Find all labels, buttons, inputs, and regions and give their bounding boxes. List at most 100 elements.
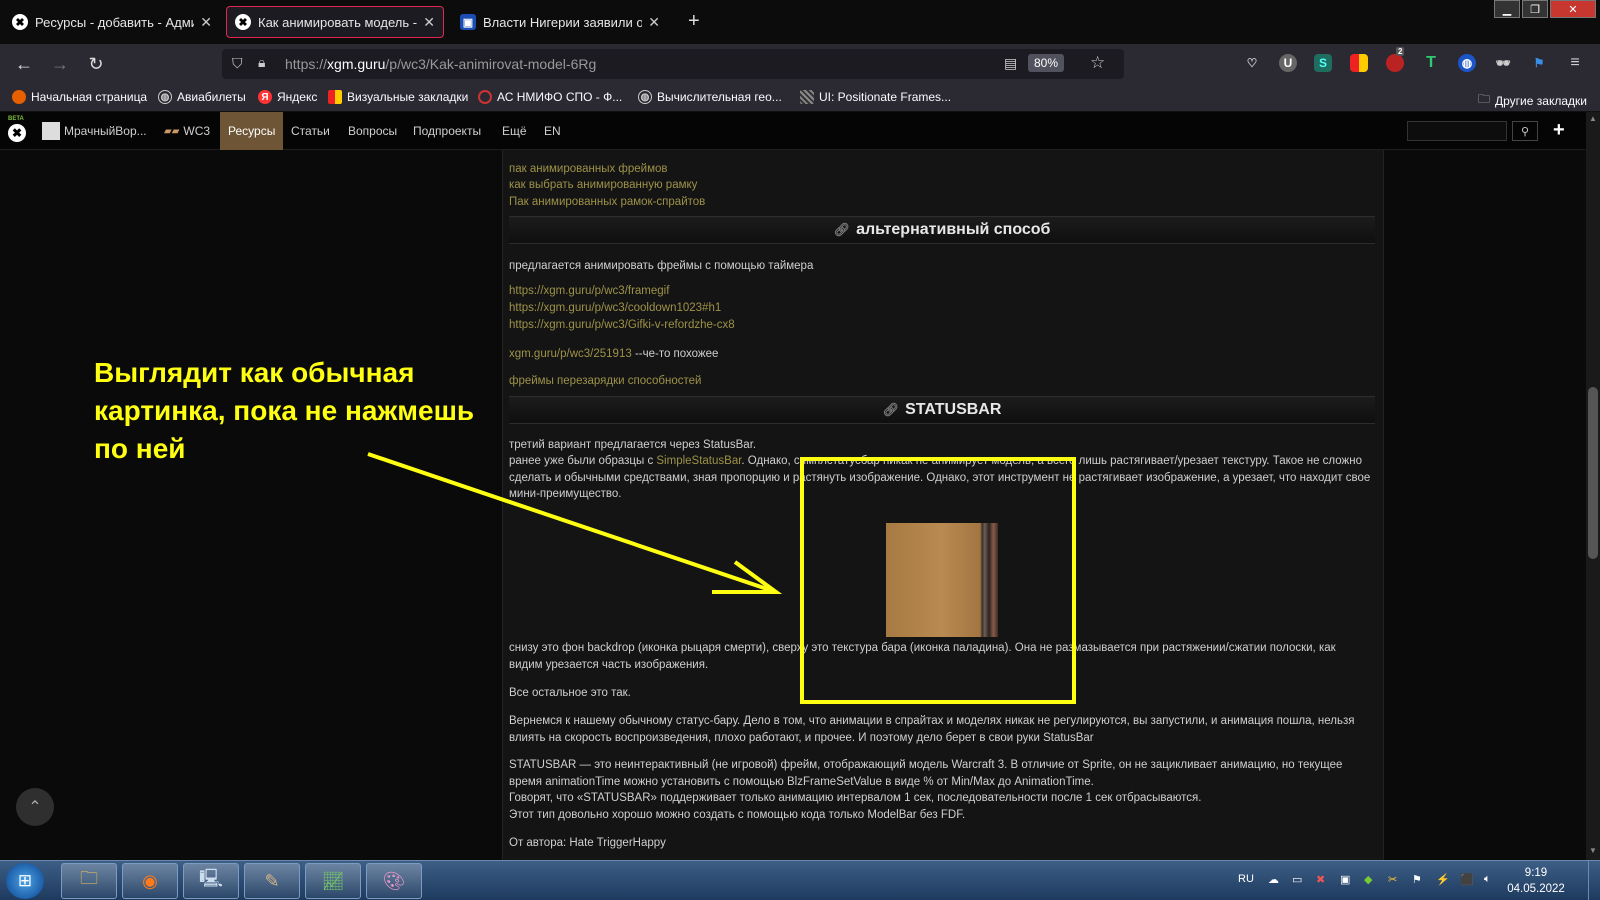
ublock-icon[interactable]: U <box>1279 54 1297 72</box>
reader-view-icon[interactable]: ▤ <box>1004 55 1017 72</box>
bookmark-label: Визуальные закладки <box>347 90 469 104</box>
adguard-icon[interactable]: 2 <box>1386 47 1405 72</box>
site-icon <box>800 90 814 104</box>
visual-bookmarks-icon[interactable] <box>1350 54 1368 72</box>
page-body: пак анимированных фреймов как выбрать ан… <box>0 150 1586 860</box>
bookmark-home[interactable]: Начальная страница <box>12 90 147 104</box>
flag-tray-icon[interactable]: ⚑ <box>1412 873 1422 886</box>
clock-time: 9:19 <box>1524 867 1548 879</box>
pocket-icon[interactable]: ♡ <box>1243 54 1261 72</box>
beta-label: BETA <box>8 116 24 122</box>
annotation-arrow <box>367 452 783 594</box>
chart-app-taskbar-icon[interactable]: 📈︎ <box>305 863 361 899</box>
close-icon[interactable]: ✕ <box>423 14 435 31</box>
network-error-tray-icon[interactable]: ✖ <box>1316 873 1325 886</box>
display-tray-icon[interactable]: ▭ <box>1292 873 1302 886</box>
spy-icon[interactable]: 🕶︎ <box>1494 54 1512 72</box>
xgm-icon: ✖ <box>12 14 28 30</box>
wc3-logo-icon: ▰▰ <box>164 125 180 137</box>
tab-strip: ✖ Ресурсы - добавить - Админи ✕ ✖ Как ан… <box>0 0 1600 44</box>
window-close-button[interactable]: ✕ <box>1550 0 1596 18</box>
scrollbar-thumb[interactable] <box>1588 387 1598 559</box>
site-search-input[interactable] <box>1407 121 1507 141</box>
wc3-link[interactable]: ▰▰ WC3 <box>156 112 218 150</box>
bookmark-geometry[interactable]: ◍ Вычислительная гео... <box>638 90 782 104</box>
new-tab-button[interactable]: + <box>688 10 700 33</box>
avatar <box>42 122 60 140</box>
bookmark-visual[interactable]: Визуальные закладки <box>328 90 468 104</box>
bookmark-label: Яндекс <box>277 90 318 104</box>
search-icon[interactable]: ⚲ <box>1512 121 1538 141</box>
clock-date: 04.05.2022 <box>1507 883 1565 895</box>
bookmark-label: Начальная страница <box>31 90 148 104</box>
xgm-logo-icon: ✖ <box>8 124 26 142</box>
language-indicator[interactable]: RU <box>1238 873 1254 885</box>
user-menu[interactable]: МрачныйВор... <box>34 112 155 150</box>
shield-icon[interactable]: ⛉ <box>232 55 243 72</box>
update-tray-icon[interactable]: ⬛ <box>1460 873 1474 886</box>
show-desktop-button[interactable] <box>1588 861 1600 900</box>
flag-icon[interactable]: ⚑ <box>1530 54 1548 72</box>
volume-tray-icon[interactable]: 🔈︎ <box>1484 873 1491 886</box>
tab-resources[interactable]: ✖ Ресурсы - добавить - Админи ✕ <box>4 6 220 38</box>
bookmark-label: Вычислительная гео... <box>657 90 782 104</box>
monitor-tray-icon[interactable]: ▣ <box>1340 873 1350 886</box>
url-bar[interactable]: ⛉ 🔒︎ https://xgm.guru/p/wc3/Kak-animirov… <box>222 49 1124 79</box>
s-extension-icon[interactable]: S <box>1314 54 1332 72</box>
forward-button[interactable]: → <box>48 52 72 76</box>
other-bookmarks[interactable]: 🗀︎ Другие закладки <box>1478 90 1587 111</box>
tab-title: Ресурсы - добавить - Админи <box>35 14 194 30</box>
computer-taskbar-icon[interactable]: 🖳︎ <box>183 863 239 899</box>
network-tray-icon[interactable]: ⚡ <box>1436 873 1450 886</box>
lock-icon[interactable]: 🔒︎ <box>258 54 265 71</box>
tab-title: Власти Нигерии заявили о пл <box>483 14 643 30</box>
scroll-down-arrow-icon[interactable]: ▼ <box>1589 846 1597 855</box>
user-name: МрачныйВор... <box>64 124 147 138</box>
nav-more[interactable]: Ещё <box>494 112 535 150</box>
bookmark-label: Авиабилеты <box>177 90 246 104</box>
page-scrollbar[interactable]: ▲ ▼ <box>1586 112 1600 860</box>
scroll-to-top-button[interactable]: ⌃ <box>16 788 54 826</box>
maximize-button[interactable]: ❐ <box>1522 0 1548 18</box>
reload-button[interactable]: ↻ <box>84 52 108 76</box>
globe-extension-icon[interactable]: ◍ <box>1458 54 1476 72</box>
scroll-up-arrow-icon[interactable]: ▲ <box>1589 114 1597 123</box>
start-button[interactable]: ⊞ <box>6 863 44 899</box>
tab-animate-model[interactable]: ✖ Как анимировать модель - Ста ✕ <box>226 6 444 38</box>
nvidia-tray-icon[interactable]: ◆ <box>1364 873 1372 886</box>
site-icon <box>478 90 492 104</box>
nav-subprojects[interactable]: Подпроекты <box>405 112 489 150</box>
bookmark-label: UI: Positionate Frames... <box>819 90 952 104</box>
minimize-button[interactable]: ▁ <box>1494 0 1520 18</box>
bookmark-flights[interactable]: ◍ Авиабилеты <box>158 90 246 104</box>
tool-tray-icon[interactable]: ✂ <box>1388 873 1397 886</box>
bookmark-icon <box>328 90 342 104</box>
bookmark-yandex[interactable]: Я Яндекс <box>258 90 317 104</box>
translate-t-icon[interactable]: T <box>1422 54 1440 72</box>
back-button[interactable]: ← <box>12 52 36 76</box>
site-navigation: BETA ✖ МрачныйВор... ▰▰ WC3 Ресурсы Стат… <box>0 112 1586 150</box>
bookmark-ui-frames[interactable]: UI: Positionate Frames... <box>800 90 951 104</box>
nav-resources[interactable]: Ресурсы <box>220 112 284 150</box>
star-icon[interactable]: ☆ <box>1090 53 1105 73</box>
close-icon[interactable]: ✕ <box>648 14 660 31</box>
menu-icon[interactable]: ≡ <box>1566 54 1584 72</box>
tab-nigeria-news[interactable]: ▣ Власти Нигерии заявили о пл ✕ <box>452 6 668 38</box>
globe-icon: ◍ <box>158 90 172 104</box>
add-icon[interactable]: + <box>1553 119 1565 142</box>
nav-language[interactable]: EN <box>536 112 569 150</box>
zoom-indicator[interactable]: 80% <box>1028 54 1065 72</box>
close-icon[interactable]: ✕ <box>200 14 212 31</box>
clock[interactable]: 9:19 04.05.2022 <box>1506 865 1566 897</box>
cloud-tray-icon[interactable]: ☁ <box>1268 873 1279 886</box>
url-text[interactable]: https://xgm.guru/p/wc3/Kak-animirovat-mo… <box>285 56 596 72</box>
firefox-taskbar-icon[interactable]: ◉ <box>122 863 178 899</box>
site-logo[interactable]: BETA ✖ <box>6 116 28 144</box>
explorer-taskbar-icon[interactable]: 🗀︎ <box>61 863 117 899</box>
bookmark-nmifo[interactable]: АС НМИФО СПО - Ф... <box>478 90 622 104</box>
paint-taskbar-icon[interactable]: 🎨︎ <box>366 863 422 899</box>
nav-questions[interactable]: Вопросы <box>340 112 405 150</box>
arrow-shaft <box>367 452 771 592</box>
nav-articles[interactable]: Статьи <box>283 112 338 150</box>
editor-taskbar-icon[interactable]: ✎ <box>244 863 300 899</box>
